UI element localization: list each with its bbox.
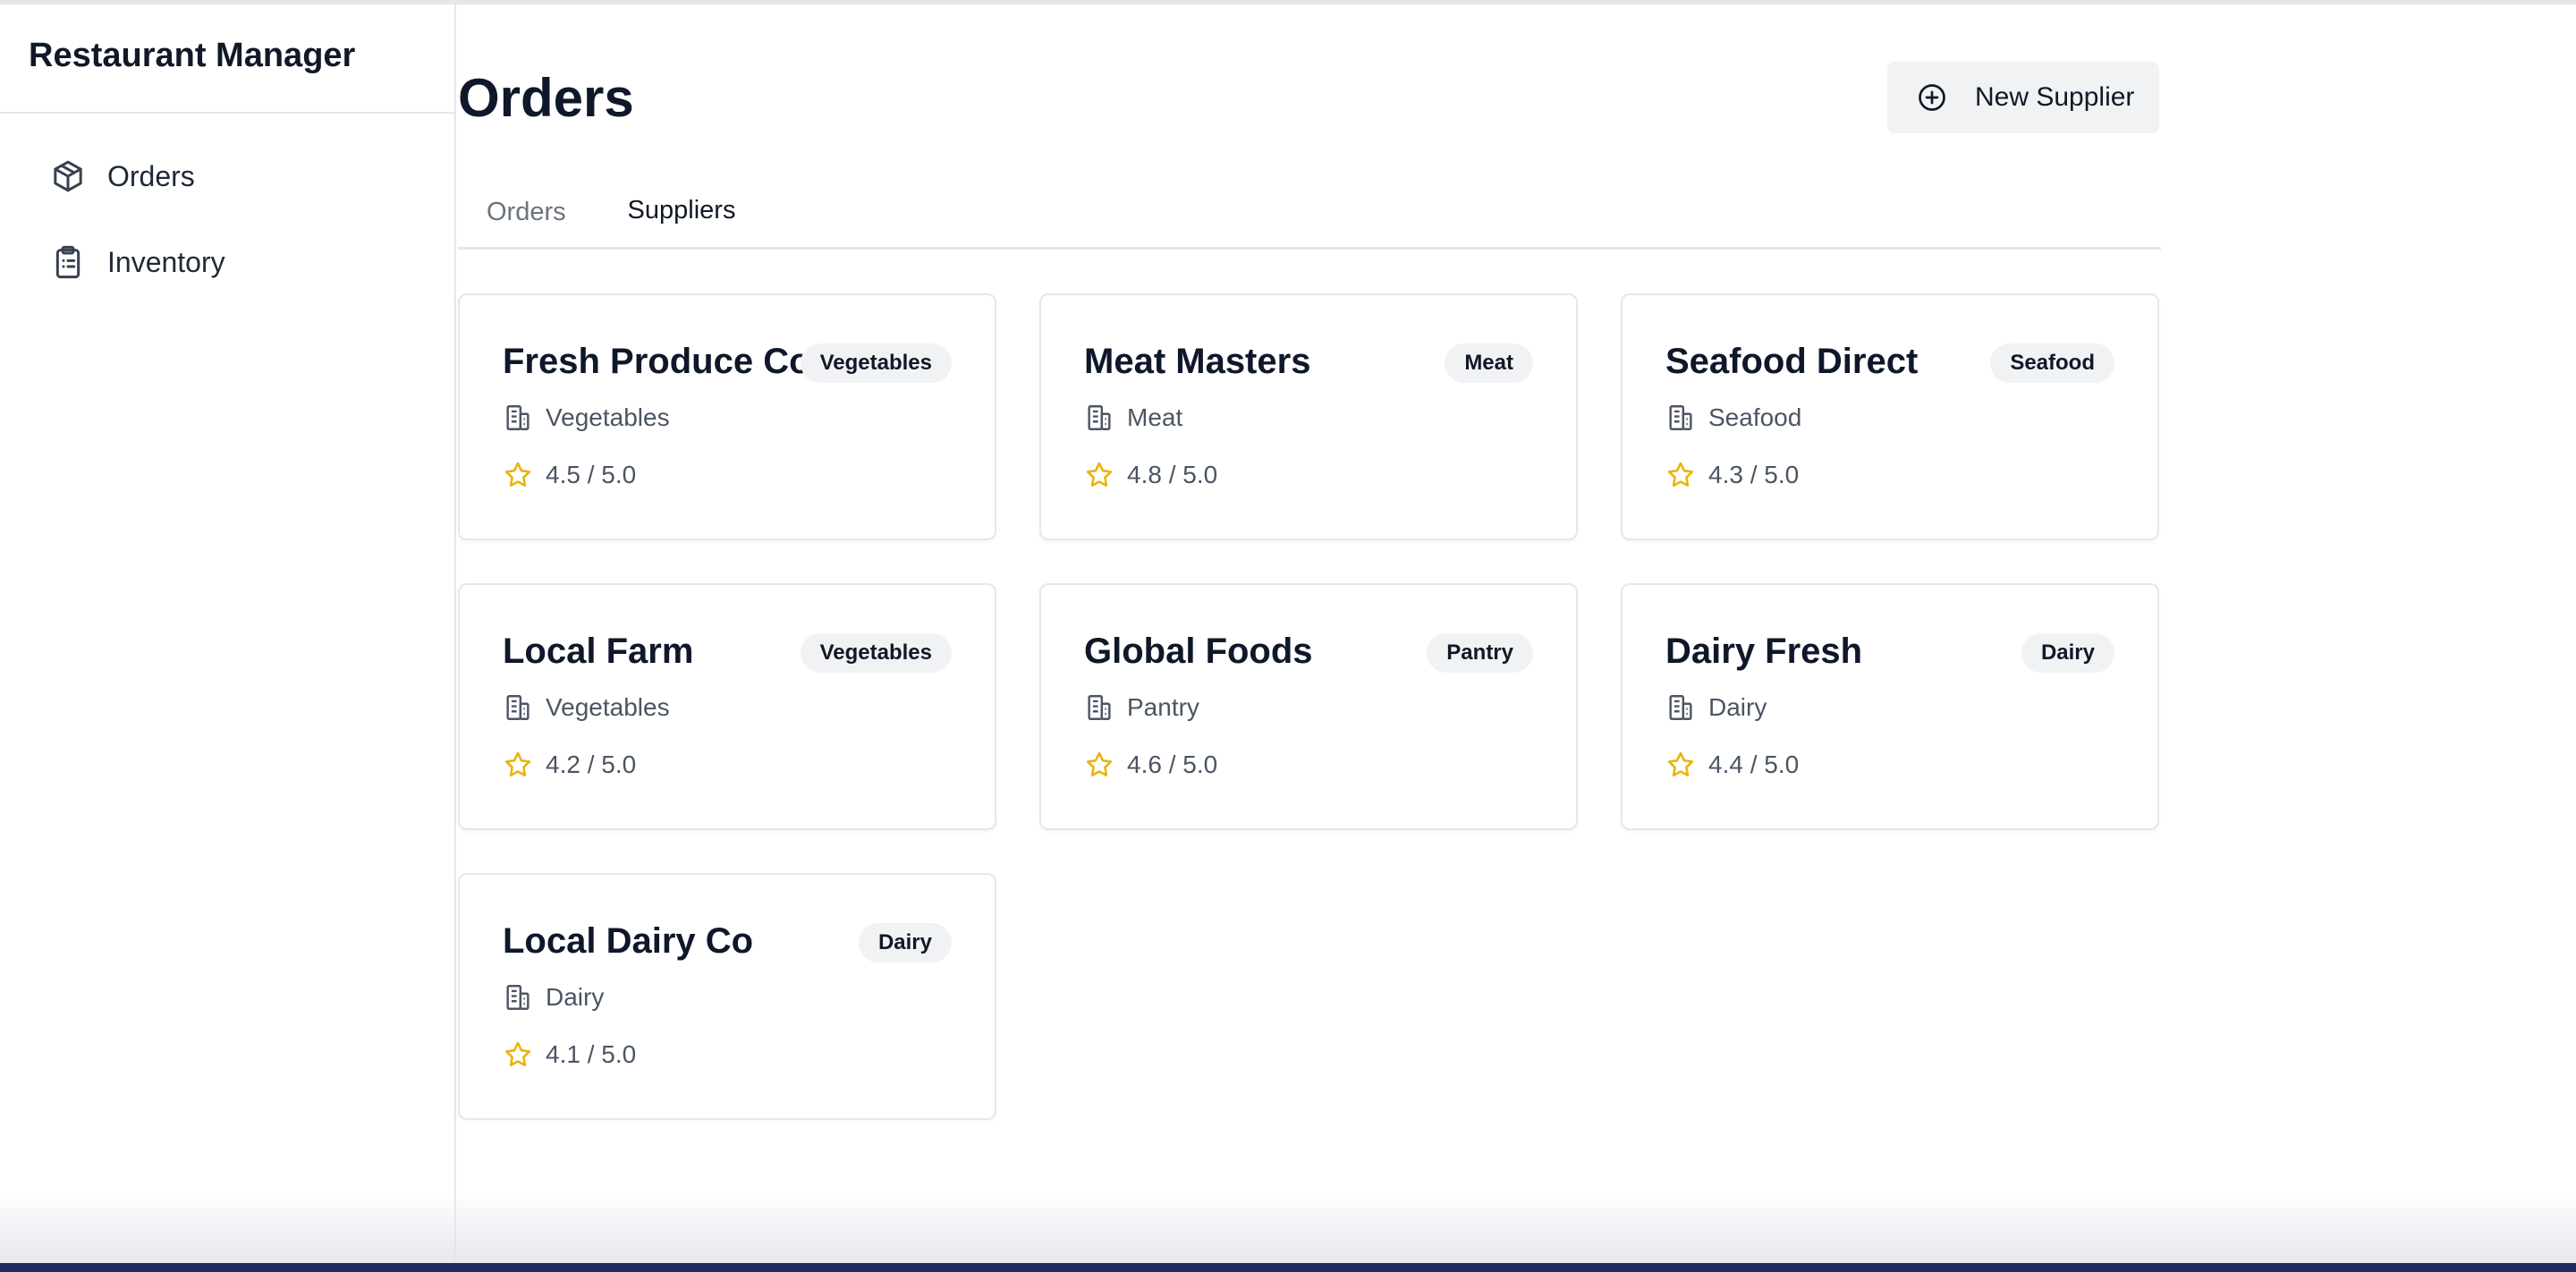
supplier-name: Dairy Fresh <box>1665 632 1863 671</box>
star-icon <box>1084 460 1114 490</box>
supplier-category: Seafood <box>1665 403 1801 433</box>
sidebar-item-label: Orders <box>107 159 195 192</box>
category-text: Dairy <box>1708 693 1767 721</box>
star-icon <box>1084 750 1114 780</box>
category-badge: Vegetables <box>800 343 952 383</box>
supplier-category: Vegetables <box>503 692 670 723</box>
star-icon <box>503 750 533 780</box>
supplier-card[interactable]: Fresh Produce Co Vegetables Vegetables 4… <box>458 293 996 540</box>
package-icon <box>50 158 86 194</box>
supplier-rating: 4.3 / 5.0 <box>1665 460 1799 490</box>
supplier-card[interactable]: Global Foods Pantry Pantry 4.6 / 5.0 <box>1039 583 1578 830</box>
new-supplier-button[interactable]: New Supplier <box>1887 62 2159 133</box>
supplier-name: Fresh Produce Co <box>503 342 811 381</box>
supplier-rating: 4.2 / 5.0 <box>503 750 636 780</box>
star-icon <box>1665 750 1696 780</box>
supplier-card[interactable]: Dairy Fresh Dairy Dairy 4.4 / 5.0 <box>1621 583 2159 830</box>
supplier-name: Global Foods <box>1084 632 1313 671</box>
building-icon <box>503 982 533 1013</box>
category-badge: Meat <box>1445 343 1533 383</box>
sidebar: Restaurant Manager Orders Inventory <box>0 4 456 1263</box>
category-badge: Seafood <box>1990 343 2114 383</box>
supplier-rating: 4.6 / 5.0 <box>1084 750 1217 780</box>
star-icon <box>503 460 533 490</box>
supplier-card[interactable]: Meat Masters Meat Meat 4.8 / 5.0 <box>1039 293 1578 540</box>
rating-text: 4.2 / 5.0 <box>546 750 637 778</box>
building-icon <box>1084 692 1114 723</box>
rating-text: 4.6 / 5.0 <box>1127 750 1218 778</box>
sidebar-item-label: Inventory <box>107 245 225 278</box>
supplier-category: Meat <box>1084 403 1182 433</box>
category-text: Vegetables <box>546 693 670 721</box>
category-badge: Dairy <box>2021 633 2114 673</box>
star-icon <box>1665 460 1696 490</box>
supplier-category: Dairy <box>1665 692 1767 723</box>
clipboard-list-icon <box>50 244 86 280</box>
supplier-rating: 4.4 / 5.0 <box>1665 750 1799 780</box>
bottom-shadow <box>0 1190 2576 1263</box>
category-badge: Pantry <box>1427 633 1533 673</box>
building-icon <box>1665 403 1696 433</box>
main-content: Orders New Supplier Orders Suppliers Fre… <box>458 4 2161 1263</box>
supplier-name: Meat Masters <box>1084 342 1311 381</box>
window-bottom-bar <box>0 1263 2576 1272</box>
building-icon <box>503 403 533 433</box>
tab-orders[interactable]: Orders <box>487 174 585 250</box>
plus-circle-icon <box>1916 81 1948 114</box>
category-text: Dairy <box>546 983 605 1011</box>
rating-text: 4.1 / 5.0 <box>546 1040 637 1068</box>
category-text: Meat <box>1127 403 1183 431</box>
sidebar-nav: Orders Inventory <box>0 114 454 305</box>
tab-suppliers[interactable]: Suppliers <box>596 174 767 250</box>
new-supplier-label: New Supplier <box>1975 82 2135 112</box>
supplier-category: Pantry <box>1084 692 1199 723</box>
sidebar-item-inventory[interactable]: Inventory <box>0 219 454 305</box>
supplier-name: Seafood Direct <box>1665 342 1919 381</box>
supplier-rating: 4.1 / 5.0 <box>503 1039 636 1070</box>
supplier-name: Local Dairy Co <box>503 921 754 961</box>
rating-text: 4.8 / 5.0 <box>1127 461 1218 488</box>
supplier-card[interactable]: Local Farm Vegetables Vegetables 4.2 / 5… <box>458 583 996 830</box>
rating-text: 4.4 / 5.0 <box>1708 750 1800 778</box>
app-title: Restaurant Manager <box>0 4 454 114</box>
building-icon <box>1084 403 1114 433</box>
category-text: Seafood <box>1708 403 1802 431</box>
tab-bar: Orders Suppliers <box>458 174 2161 250</box>
supplier-name: Local Farm <box>503 632 694 671</box>
supplier-card[interactable]: Seafood Direct Seafood Seafood 4.3 / 5.0 <box>1621 293 2159 540</box>
rating-text: 4.3 / 5.0 <box>1708 461 1800 488</box>
supplier-category: Dairy <box>503 982 604 1013</box>
page-title: Orders <box>458 68 634 128</box>
category-text: Vegetables <box>546 403 670 431</box>
category-text: Pantry <box>1127 693 1199 721</box>
supplier-card[interactable]: Local Dairy Co Dairy Dairy 4.1 / 5.0 <box>458 873 996 1120</box>
category-badge: Vegetables <box>800 633 952 673</box>
rating-text: 4.5 / 5.0 <box>546 461 637 488</box>
supplier-rating: 4.8 / 5.0 <box>1084 460 1217 490</box>
sidebar-item-orders[interactable]: Orders <box>0 133 454 219</box>
supplier-category: Vegetables <box>503 403 670 433</box>
building-icon <box>503 692 533 723</box>
star-icon <box>503 1039 533 1070</box>
supplier-rating: 4.5 / 5.0 <box>503 460 636 490</box>
building-icon <box>1665 692 1696 723</box>
category-badge: Dairy <box>858 923 952 962</box>
